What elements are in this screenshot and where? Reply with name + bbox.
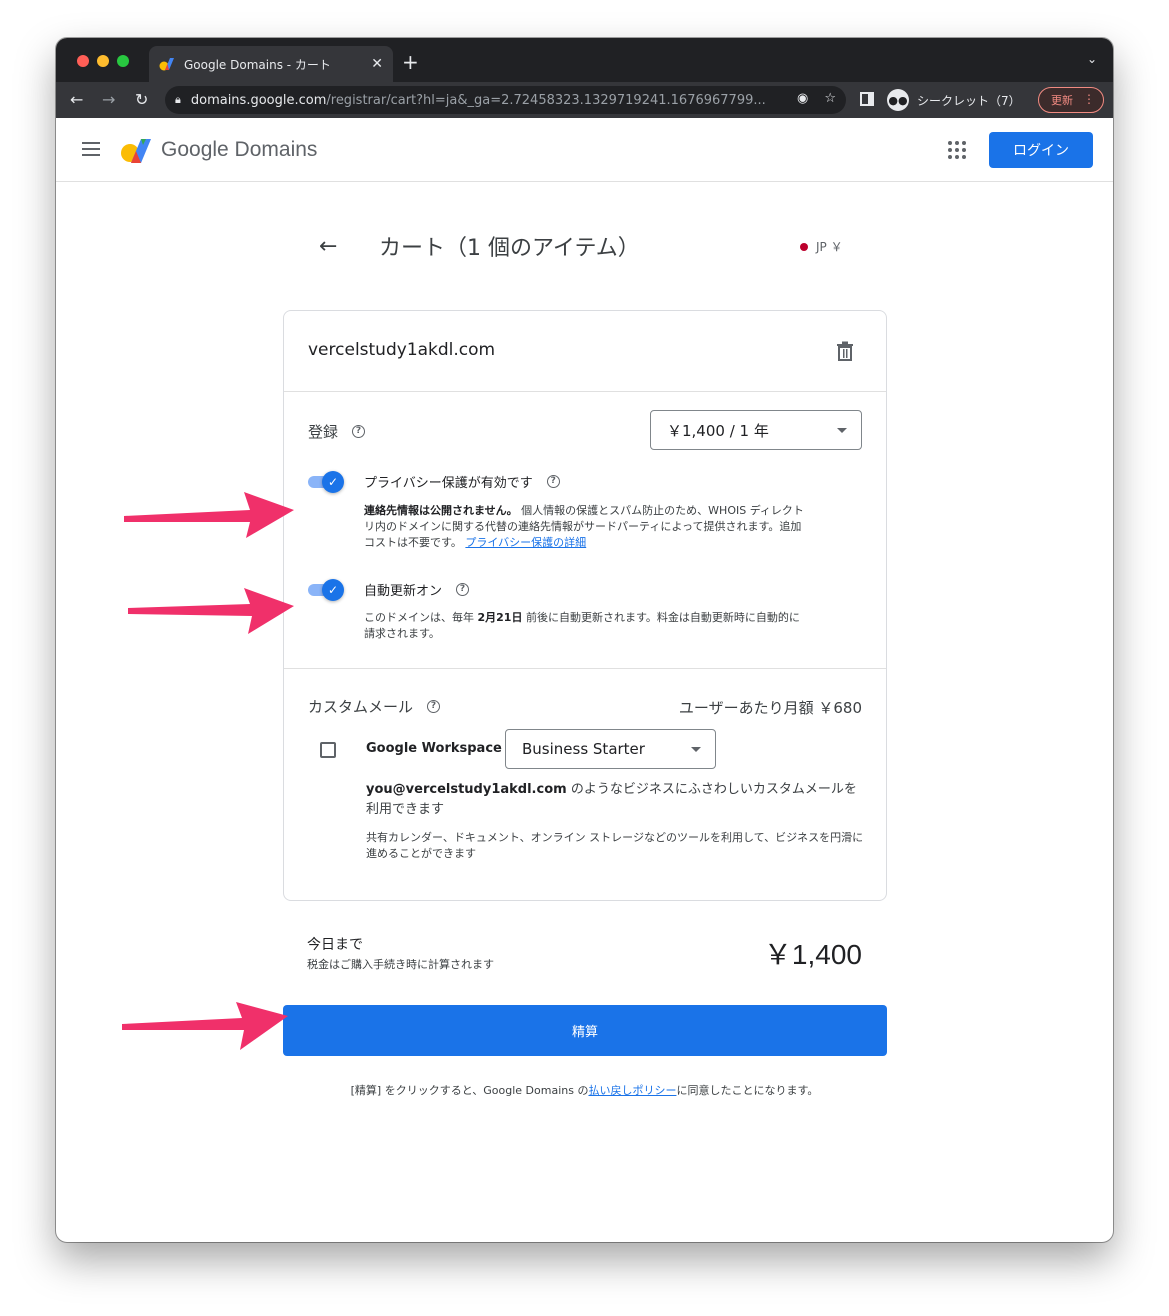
refund-policy-link[interactable]: 払い戻しポリシー [588,1084,676,1097]
page-title: カート（1 個のアイテム） [379,236,640,261]
custom-mail-label: カスタムメール [308,698,414,716]
privacy-title-row: プライバシー保護が有効です ? [364,472,560,491]
total-label: 今日まで [307,937,363,953]
trash-icon[interactable] [836,341,854,361]
tracking-eye-off-icon[interactable]: ◉ [797,91,808,106]
autorenew-desc-pre: このドメインは、毎年 [364,611,478,624]
update-label: 更新 [1051,94,1073,107]
zoom-window-button[interactable] [117,55,129,67]
side-panel-icon[interactable] [860,92,874,106]
kebab-menu-icon[interactable]: ⋮ [1083,92,1095,106]
forward-arrow-icon[interactable]: → [102,90,115,110]
workspace-checkbox[interactable] [320,742,336,758]
domain-name: vercelstudy1akdl.com [308,340,496,360]
tab-title: Google Domains - カート [184,57,331,72]
help-icon[interactable]: ? [546,475,560,488]
google-domains-favicon-icon [159,58,174,71]
currency-label: JP ￥ [816,240,843,254]
privacy-title: プライバシー保護が有効です [364,476,533,491]
annotation-arrow-icon [122,1002,288,1050]
incognito-icon: ●● [887,89,909,111]
checkout-button[interactable]: 精算 [283,1005,887,1056]
workspace-product-label: Google Workspace [366,741,502,756]
reload-icon[interactable]: ↻ [135,90,148,110]
divider [284,668,886,669]
custom-mail-price: ユーザーあたり月額 ￥680 [678,699,862,717]
total-amount: ￥1,400 [763,939,862,970]
policy-text-post: に同意したことになります。 [676,1084,819,1097]
registration-label: 登録 [308,423,339,441]
japan-flag-icon [800,242,808,251]
check-icon: ✓ [322,471,344,493]
help-icon[interactable]: ? [427,700,441,713]
registration-term-select[interactable]: ￥1,400 / 1 年 [650,410,862,450]
autorenew-toggle[interactable]: ✓ [308,579,344,601]
back-arrow-icon[interactable]: ← [70,90,83,110]
close-window-button[interactable] [77,55,89,67]
tax-note: 税金はご購入手続き時に計算されます [307,958,494,971]
help-icon[interactable]: ? [456,583,470,596]
divider [284,391,886,392]
browser-tab[interactable]: Google Domains - カート ✕ [149,46,393,82]
apps-grid-icon[interactable] [948,141,966,159]
cart-item-card: vercelstudy1akdl.com 登録 ? ￥1,400 / 1 年 ✓… [283,310,887,901]
google-domains-logo-icon [121,139,151,163]
refund-policy-notice: [精算] をクリックすると、Google Domains の払い戻しポリシーに同… [56,1082,1113,1098]
custom-mail-label-row: カスタムメール ? [308,696,441,717]
autorenew-title: 自動更新オン [364,584,443,599]
workspace-plan-value: Business Starter [522,740,645,758]
brand-name: Google Domains [161,138,318,161]
new-tab-icon[interactable]: + [402,50,419,74]
app-header: Google Domains ログイン [56,118,1113,182]
privacy-toggle[interactable]: ✓ [308,471,344,493]
lock-icon: 🔒︎ [175,93,181,106]
check-icon: ✓ [322,579,344,601]
update-button[interactable]: 更新 ⋮ [1038,87,1104,113]
incognito-profile[interactable]: ●● シークレット（7） [887,87,1021,113]
autorenew-date: 2月21日 [477,611,523,624]
annotation-arrow-icon [128,588,294,634]
policy-text-pre: [精算] をクリックすると、Google Domains の [350,1084,589,1097]
incognito-label: シークレット（7） [917,93,1021,108]
privacy-details-link[interactable]: プライバシー保護の詳細 [465,536,586,549]
privacy-description: 連絡先情報は公開されません。 個人情報の保護とスパム防止のため、WHOIS ディ… [364,503,804,551]
url-path: /registrar/cart?hl=ja&_ga=2.72458323.132… [326,92,766,108]
workspace-features: 共有カレンダー、ドキュメント、オンライン ストレージなどのツールを利用して、ビジ… [366,831,864,860]
browser-toolbar: ← → ↻ 🔒︎ domains.google.com /registrar/c… [56,82,1113,118]
currency-selector[interactable]: JP ￥ [800,238,843,255]
dropdown-caret-icon [691,747,701,752]
tab-search-chevron-icon[interactable]: ⌄ [1087,52,1097,66]
tab-bar: Google Domains - カート ✕ + ⌄ [56,38,1113,82]
back-arrow-icon[interactable]: ← [319,234,337,259]
dropdown-caret-icon [837,428,847,433]
workspace-description: you@vercelstudy1akdl.com のようなビジネスにふさわしいカ… [366,780,866,820]
privacy-desc-bold: 連絡先情報は公開されません。 [364,504,518,517]
login-button[interactable]: ログイン [989,132,1093,168]
hamburger-menu-icon[interactable] [82,142,100,156]
minimize-window-button[interactable] [97,55,109,67]
window-controls [77,55,129,67]
help-icon[interactable]: ? [352,425,366,438]
url-host: domains.google.com [190,92,327,108]
annotation-arrow-icon [124,492,294,538]
autorenew-title-row: 自動更新オン ? [364,580,470,599]
registration-label-row: 登録 ? [308,421,366,442]
autorenew-description: このドメインは、毎年 2月21日 前後に自動更新されます。料金は自動更新時に自動… [364,610,804,642]
workspace-plan-select[interactable]: Business Starter [505,729,716,769]
bookmark-star-icon[interactable]: ☆ [824,91,836,106]
address-bar[interactable]: 🔒︎ domains.google.com /registrar/cart?hl… [165,86,846,114]
browser-window: Google Domains - カート ✕ + ⌄ ← → ↻ 🔒︎ doma… [56,38,1113,1242]
close-tab-icon[interactable]: ✕ [371,56,383,72]
registration-term-value: ￥1,400 / 1 年 [667,421,769,440]
workspace-email: you@vercelstudy1akdl.com [366,782,567,797]
